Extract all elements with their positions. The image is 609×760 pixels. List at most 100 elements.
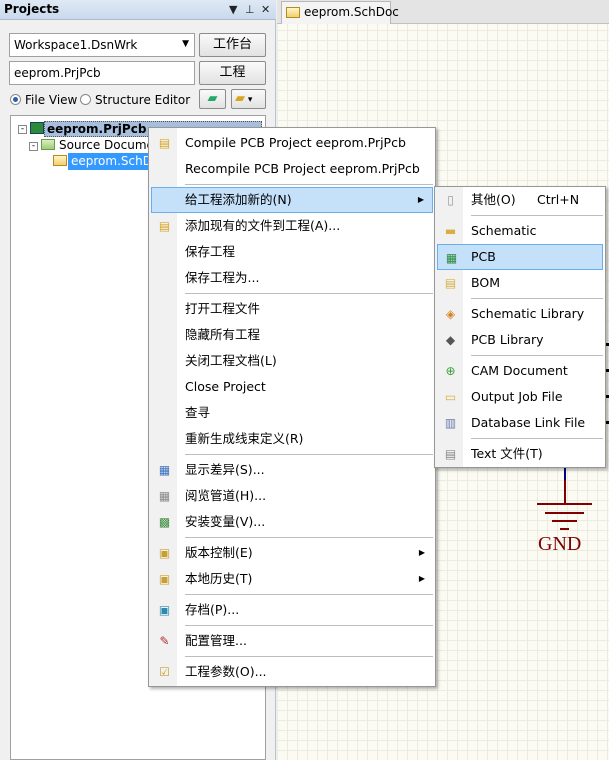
shortcut-label: Ctrl+N — [537, 192, 580, 207]
menu-item[interactable]: 保存工程为... — [151, 265, 433, 291]
menu-item[interactable]: ✎ 配置管理... — [151, 628, 433, 654]
menu-item-label: BOM — [471, 275, 500, 290]
menu-separator — [185, 625, 433, 626]
menu-item[interactable]: 查寻 — [151, 400, 433, 426]
cam-icon: ⊕ — [445, 364, 456, 378]
menu-item-label: 显示差异(S)... — [185, 462, 265, 477]
menu-separator — [185, 594, 433, 595]
tab-eeprom-schdoc[interactable]: eeprom.SchDoc — [281, 1, 399, 24]
config-icon: ✎ — [159, 634, 170, 648]
menu-item[interactable]: ▤ Text 文件(T) — [437, 441, 603, 467]
context-menu: ▤ Compile PCB Project eeprom.PrjPcb Recomp… — [148, 127, 436, 687]
menu-item[interactable]: 给工程添加新的(N) ▶ — [151, 187, 433, 213]
menu-item[interactable]: ▯ 其他(O) Ctrl+N — [437, 187, 603, 213]
text-doc-icon: ▤ — [444, 447, 457, 461]
menu-item-label: 打开工程文件 — [185, 301, 261, 316]
workspace-button[interactable]: 工作台 — [199, 33, 266, 57]
panel-header: Projects ▼ ⊥ ✕ — [0, 0, 276, 20]
pin-icon[interactable]: ⊥ — [245, 3, 255, 16]
menu-item[interactable]: 重新生成线束定义(R) — [151, 426, 433, 452]
menu-item-label: Close Project — [185, 379, 266, 394]
project-tool-button[interactable]: ▰ ▾ — [231, 89, 266, 109]
menu-item[interactable]: ▣ 本地历史(T) ▶ — [151, 566, 433, 592]
menu-item[interactable]: ◈ Schematic Library — [437, 301, 603, 327]
file-view-label[interactable]: File View — [25, 93, 77, 107]
workspace-value: Workspace1.DsnWrk — [14, 38, 138, 52]
menu-item[interactable]: ▤ Compile PCB Project eeprom.PrjPcb — [151, 130, 433, 156]
menu-item-label: 安装变量(V)... — [185, 514, 266, 529]
menu-item-label: 其他(O) — [471, 192, 516, 207]
menu-item[interactable]: 保存工程 — [151, 239, 433, 265]
menu-item[interactable]: ▭ Output Job File — [437, 384, 603, 410]
menu-item-label: Database Link File — [471, 415, 586, 430]
submenu-arrow-icon: ▶ — [418, 548, 425, 557]
workspace-tool-button[interactable]: ▰ — [199, 89, 226, 109]
menu-item-label: 工程参数(O)... — [185, 664, 267, 679]
browse-channels-icon: ▦ — [158, 489, 171, 503]
menu-item[interactable]: ▤ BOM — [437, 270, 603, 296]
schematic-icon: ▬ — [444, 224, 457, 238]
menu-item[interactable]: ▤ 添加现有的文件到工程(A)... — [151, 213, 433, 239]
project-field[interactable]: eeprom.PrjPcb — [9, 61, 195, 85]
dblink-icon: ▥ — [444, 416, 457, 430]
gnd-bar-4 — [560, 528, 569, 530]
tab-label: eeprom.SchDoc — [304, 5, 399, 19]
menu-item[interactable]: ▬ Schematic — [437, 218, 603, 244]
menu-item-label: 阅览管道(H)... — [185, 488, 267, 503]
menu-separator — [471, 215, 603, 216]
menu-item-label: Compile PCB Project eeprom.PrjPcb — [185, 135, 406, 150]
structure-editor-radio[interactable] — [80, 94, 91, 105]
menu-item[interactable]: Close Project — [151, 374, 433, 400]
wire — [564, 466, 566, 480]
menu-item[interactable]: 隐藏所有工程 — [151, 322, 433, 348]
menu-item[interactable]: ▣ 存档(P)... — [151, 597, 433, 623]
menu-item-label: Recompile PCB Project eeprom.PrjPcb — [185, 161, 420, 176]
panel-menu-icon[interactable]: ▼ — [229, 3, 237, 16]
menu-item-label: PCB Library — [471, 332, 544, 347]
structure-editor-label[interactable]: Structure Editor — [95, 93, 190, 107]
compile-icon: ▤ — [158, 136, 171, 150]
workspace-select[interactable]: Workspace1.DsnWrk ▼ — [9, 33, 195, 57]
menu-item-label: 版本控制(E) — [185, 545, 253, 560]
menu-item[interactable]: ▩ 安装变量(V)... — [151, 509, 433, 535]
menu-item[interactable]: Recompile PCB Project eeprom.PrjPcb — [151, 156, 433, 182]
gnd-bar-2 — [545, 512, 584, 514]
menu-item-label: 查寻 — [185, 405, 211, 420]
menu-item[interactable]: ⊕ CAM Document — [437, 358, 603, 384]
menu-item[interactable]: ▦ 显示差异(S)... — [151, 457, 433, 483]
gnd-label: GND — [538, 533, 582, 555]
menu-item-label: CAM Document — [471, 363, 568, 378]
blank-doc-icon: ▯ — [447, 193, 454, 207]
menu-item[interactable]: ▦ PCB — [437, 244, 603, 270]
menu-item-label: Output Job File — [471, 389, 563, 404]
collapse-icon[interactable]: - — [29, 142, 38, 151]
menu-item-label: 配置管理... — [185, 633, 247, 648]
menu-separator — [185, 537, 433, 538]
gnd-stem — [564, 480, 566, 504]
collapse-icon[interactable]: - — [18, 125, 27, 134]
menu-item[interactable]: 打开工程文件 — [151, 296, 433, 322]
menu-separator — [471, 355, 603, 356]
schlib-icon: ◈ — [445, 307, 456, 321]
menu-item[interactable]: ☑ 工程参数(O)... — [151, 659, 433, 685]
folder-icon — [41, 139, 55, 150]
menu-item-label: 存档(P)... — [185, 602, 240, 617]
menu-item[interactable]: 关闭工程文档(L) — [151, 348, 433, 374]
menu-item[interactable]: ▦ 阅览管道(H)... — [151, 483, 433, 509]
file-view-radio[interactable] — [10, 94, 21, 105]
project-button[interactable]: 工程 — [199, 61, 266, 85]
menu-item[interactable]: ▥ Database Link File — [437, 410, 603, 436]
menu-item[interactable]: ▣ 版本控制(E) ▶ — [151, 540, 433, 566]
menu-item-label: 保存工程 — [185, 244, 236, 259]
menu-separator — [185, 184, 433, 185]
menu-item-label: Schematic — [471, 223, 537, 238]
gnd-bar-3 — [552, 520, 577, 522]
compare-icon: ▦ — [158, 463, 171, 477]
gnd-bar-1 — [537, 503, 592, 505]
menu-item-label: 隐藏所有工程 — [185, 327, 261, 342]
menu-item-label: 给工程添加新的(N) — [185, 192, 292, 207]
add-file-icon: ▤ — [158, 219, 171, 233]
menu-item[interactable]: ◆ PCB Library — [437, 327, 603, 353]
close-icon[interactable]: ✕ — [261, 3, 270, 16]
menu-item-label: PCB — [471, 249, 496, 264]
